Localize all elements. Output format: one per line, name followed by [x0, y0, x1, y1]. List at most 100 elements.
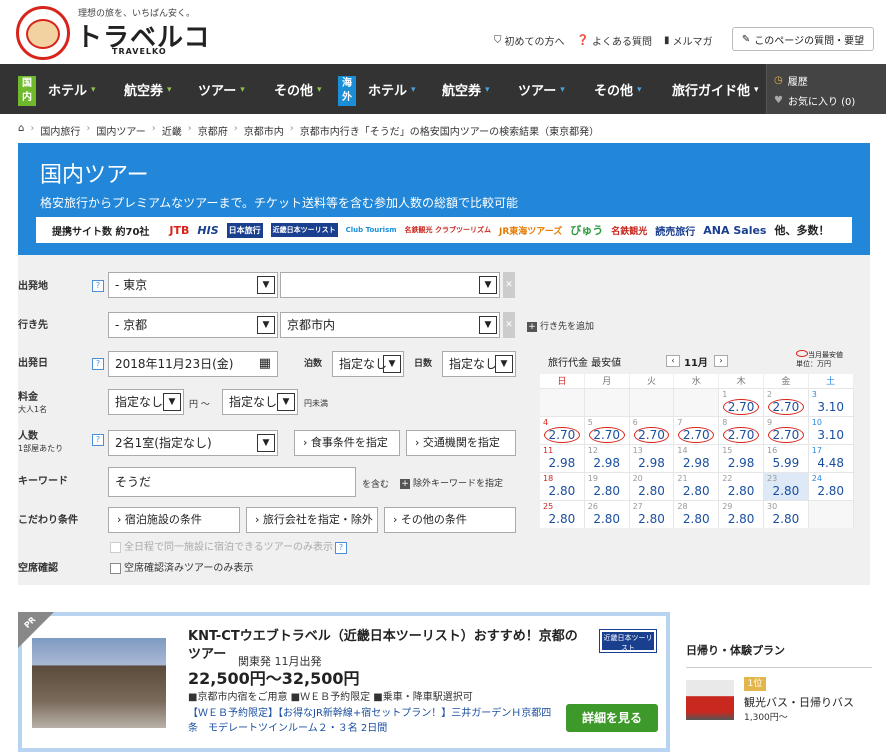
meal-button[interactable]: › 食事条件を指定: [294, 430, 400, 456]
day-price: 4.48: [817, 456, 845, 470]
days-select[interactable]: 指定なし ▼: [442, 351, 516, 377]
calendar-day[interactable]: 14 2.98: [674, 444, 720, 472]
keyword-include: を含む: [362, 480, 390, 490]
breadcrumb-item[interactable]: 国内旅行: [40, 123, 80, 138]
agency-button[interactable]: › 旅行会社を指定・除外: [246, 507, 378, 533]
calendar-day[interactable]: 7 2.70: [674, 416, 720, 444]
calendar-day[interactable]: 3 3.10: [808, 388, 854, 416]
calendar-day[interactable]: 8 2.70: [719, 416, 764, 444]
calendar-day[interactable]: 16 5.99: [763, 444, 809, 472]
calendar-day[interactable]: 21 2.80: [674, 472, 720, 500]
favorites-link[interactable]: ♥ お気に入り (0): [774, 93, 855, 108]
calendar-day[interactable]: 5 2.70: [584, 416, 630, 444]
partner-logo: HIS: [197, 223, 219, 237]
breadcrumb-item[interactable]: 京都府: [198, 123, 228, 138]
nav-guide[interactable]: 旅行ガイド他 ▾: [672, 80, 759, 99]
logo-icon[interactable]: [16, 6, 70, 60]
faq-link[interactable]: ❓ よくある質問: [577, 33, 652, 48]
nav-overseas-air[interactable]: 航空券 ▾: [442, 80, 490, 99]
fee-min-select[interactable]: 指定なし ▼: [108, 389, 184, 415]
plan-name[interactable]: 観光バス・日帰りバス: [744, 694, 854, 710]
destination-sub-select[interactable]: 京都市内 ▼: [280, 312, 500, 338]
add-destination-link[interactable]: + 行き先を追加: [527, 319, 594, 332]
newsletter-link[interactable]: ▮ メルマガ: [664, 33, 713, 48]
question-button[interactable]: ✎ このページの質問・要望: [732, 27, 874, 51]
calendar-day[interactable]: 6 2.70: [629, 416, 675, 444]
partner-logo: びゅう: [570, 224, 604, 237]
checkbox-icon: [110, 562, 121, 574]
calendar-day: [674, 388, 720, 416]
date-input[interactable]: 2018年11月23日(金) ▦: [108, 351, 278, 377]
calendar-day[interactable]: 25 2.80: [540, 500, 585, 528]
history-link[interactable]: ◷ 履歴: [774, 73, 808, 88]
fee-max-select[interactable]: 指定なし ▼: [222, 389, 298, 415]
hotel-condition-button[interactable]: › 宿泊施設の条件: [108, 507, 240, 533]
tour-image[interactable]: [32, 638, 166, 728]
nav-overseas-other[interactable]: その他 ▾: [594, 80, 642, 99]
calendar-day[interactable]: 2 2.70: [763, 388, 809, 416]
beginner-link[interactable]: ⛉ 初めての方へ: [494, 33, 565, 48]
nav-domestic-other[interactable]: その他 ▾: [274, 80, 322, 99]
calendar-day[interactable]: 4 2.70: [540, 416, 585, 444]
calendar-day[interactable]: 10 3.10: [808, 416, 854, 444]
departure-select[interactable]: - 東京 ▼: [108, 272, 278, 298]
day-price: 3.10: [817, 400, 845, 414]
calendar-day[interactable]: 28 2.80: [674, 500, 720, 528]
calendar-day[interactable]: 17 4.48: [808, 444, 854, 472]
calendar-day[interactable]: 13 2.98: [629, 444, 675, 472]
nav-overseas-hotel[interactable]: ホテル ▾: [368, 80, 416, 99]
help-icon[interactable]: ?: [92, 434, 104, 446]
calendar-day[interactable]: 23 2.80: [763, 472, 809, 500]
calendar-day[interactable]: 30 2.80: [763, 500, 809, 528]
breadcrumb-current: 京都市内行き「そうだ」の格安国内ツアーの検索結果（東京都発）: [299, 127, 600, 138]
calendar-day[interactable]: 22 2.80: [719, 472, 764, 500]
nav-overseas-tour[interactable]: ツアー ▾: [518, 80, 565, 99]
other-condition-button[interactable]: › その他の条件: [384, 507, 516, 533]
nights-select[interactable]: 指定なし ▼: [332, 351, 404, 377]
transport-button[interactable]: › 交通機関を指定: [406, 430, 516, 456]
clear-destination-button[interactable]: ✕: [503, 312, 515, 338]
breadcrumb-item[interactable]: 国内ツアー: [96, 123, 145, 138]
details-button[interactable]: 詳細を見る: [566, 704, 658, 732]
bus-image[interactable]: [686, 680, 734, 720]
clear-departure-button[interactable]: ✕: [503, 272, 515, 298]
breadcrumb-item[interactable]: 京都市内: [244, 123, 284, 138]
calendar-day[interactable]: 19 2.80: [584, 472, 630, 500]
calendar-day[interactable]: 20 2.80: [629, 472, 675, 500]
nav-domestic-air[interactable]: 航空券 ▾: [124, 80, 172, 99]
weekday-label: 金: [763, 374, 809, 388]
next-month-button[interactable]: ›: [714, 355, 728, 367]
calendar-day[interactable]: 15 2.98: [719, 444, 764, 472]
page-title: 国内ツアー: [40, 163, 149, 188]
people-select[interactable]: 2名1室(指定なし) ▼: [108, 430, 278, 456]
chevron-down-icon: ▼: [383, 355, 401, 373]
day-price: 2.70: [767, 427, 804, 443]
calendar-day[interactable]: 18 2.80: [540, 472, 585, 500]
vacancy-checkbox[interactable]: 空席確認済みツアーのみ表示: [110, 559, 253, 574]
destination-select[interactable]: - 京都 ▼: [108, 312, 278, 338]
exclude-keyword-link[interactable]: + 除外キーワードを指定: [400, 476, 503, 489]
calendar-day[interactable]: 29 2.80: [719, 500, 764, 528]
divider: [686, 667, 872, 668]
departure-sub-select[interactable]: ▼: [280, 272, 500, 298]
home-icon[interactable]: ⌂: [18, 123, 24, 138]
calendar-day[interactable]: 26 2.80: [584, 500, 630, 528]
calendar-day[interactable]: 12 2.98: [584, 444, 630, 472]
help-icon[interactable]: ?: [335, 542, 347, 554]
breadcrumb-item[interactable]: 近畿: [162, 123, 182, 138]
nav-domestic-tour[interactable]: ツアー ▾: [198, 80, 245, 99]
help-icon[interactable]: ?: [92, 358, 104, 370]
help-icon[interactable]: ?: [92, 280, 104, 292]
calendar-day[interactable]: 27 2.80: [629, 500, 675, 528]
keyword-input[interactable]: そうだ: [108, 467, 356, 497]
calendar-day[interactable]: 1 2.70: [719, 388, 764, 416]
prev-month-button[interactable]: ‹: [666, 355, 680, 367]
pr-link[interactable]: 【ＷＥＢ予約限定】【お得なJR新幹線+宿セットプラン！】三井ガーデンＨ京都四条 …: [188, 706, 558, 736]
day-number: 13: [632, 446, 643, 455]
calendar-day[interactable]: 9 2.70: [763, 416, 809, 444]
same-hotel-checkbox[interactable]: 全日程で同一施設に宿泊できるツアーのみ表示?: [110, 538, 347, 554]
nav-domestic-hotel[interactable]: ホテル ▾: [48, 80, 96, 99]
calendar-day[interactable]: 24 2.80: [808, 472, 854, 500]
calendar-day[interactable]: 11 2.98: [540, 444, 585, 472]
day-price: 5.99: [772, 456, 800, 470]
